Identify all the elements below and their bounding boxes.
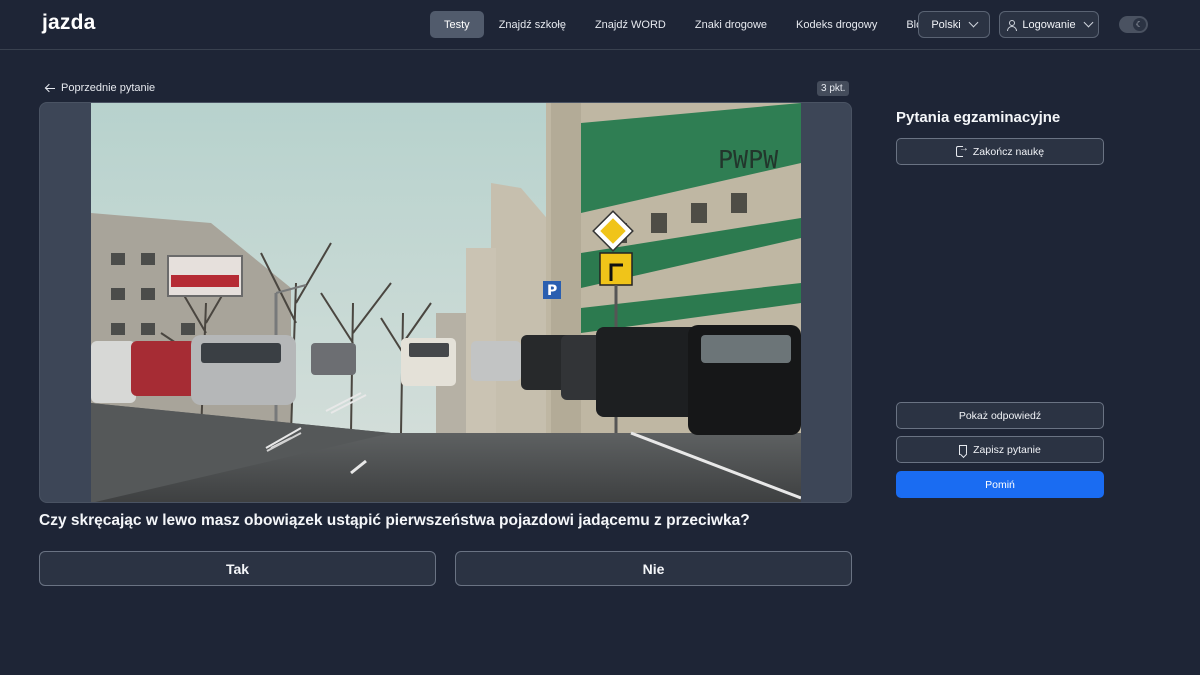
nav-item-testy[interactable]: Testy — [430, 11, 484, 38]
nav-item-znajdz-word[interactable]: Znajdź WORD — [581, 11, 680, 38]
bookmark-icon — [959, 444, 968, 455]
login-label: Logowanie — [1022, 18, 1076, 31]
end-learning-button[interactable]: Zakończ naukę — [896, 138, 1104, 165]
moon-icon: ☾ — [1133, 18, 1146, 31]
logo-text: jazda — [42, 11, 96, 34]
arrow-left-icon — [45, 84, 55, 92]
site-logo[interactable]: jazda — [42, 11, 96, 35]
user-icon — [1006, 19, 1018, 31]
question-media: P PWPW — [39, 102, 852, 503]
top-navbar: jazda Testy Znajdź szkołę Znajdź WORD Zn… — [0, 0, 1200, 50]
end-learning-label: Zakończ naukę — [972, 145, 1045, 158]
save-question-label: Zapisz pytanie — [973, 443, 1041, 456]
login-button[interactable]: Logowanie — [999, 11, 1099, 38]
answer-no-button[interactable]: Nie — [455, 551, 852, 586]
previous-question-label: Poprzednie pytanie — [61, 82, 156, 94]
previous-question-link[interactable]: Poprzednie pytanie — [45, 81, 155, 95]
chevron-down-icon — [1083, 17, 1094, 28]
language-select[interactable]: Polski — [918, 11, 990, 38]
points-badge: 3 pkt. — [817, 81, 850, 96]
sidebar-title: Pytania egzaminacyjne — [896, 109, 1061, 126]
language-label: Polski — [931, 18, 961, 31]
answer-yes-button[interactable]: Tak — [39, 551, 436, 586]
show-answer-label: Pokaż odpowiedź — [958, 409, 1042, 422]
theme-toggle[interactable]: ☾ — [1119, 16, 1148, 33]
svg-text:P: P — [547, 283, 557, 299]
save-question-button[interactable]: Zapisz pytanie — [896, 436, 1104, 463]
main-nav: Testy Znajdź szkołę Znajdź WORD Znaki dr… — [430, 11, 943, 38]
nav-item-znajdz-szkole[interactable]: Znajdź szkołę — [485, 11, 580, 38]
question-text: Czy skręcając w lewo masz obowiązek ustą… — [39, 512, 750, 529]
skip-button[interactable]: Pomiń — [896, 471, 1104, 498]
road-scene-image: P PWPW — [91, 103, 801, 502]
show-answer-button[interactable]: Pokaż odpowiedź — [896, 402, 1104, 429]
chevron-down-icon — [968, 17, 979, 28]
exit-icon — [955, 143, 969, 157]
nav-item-znaki-drogowe[interactable]: Znaki drogowe — [681, 11, 781, 38]
pwpw-watermark: PWPW — [718, 145, 779, 174]
nav-item-kodeks-drogowy[interactable]: Kodeks drogowy — [782, 11, 891, 38]
skip-label: Pomiń — [985, 478, 1015, 491]
